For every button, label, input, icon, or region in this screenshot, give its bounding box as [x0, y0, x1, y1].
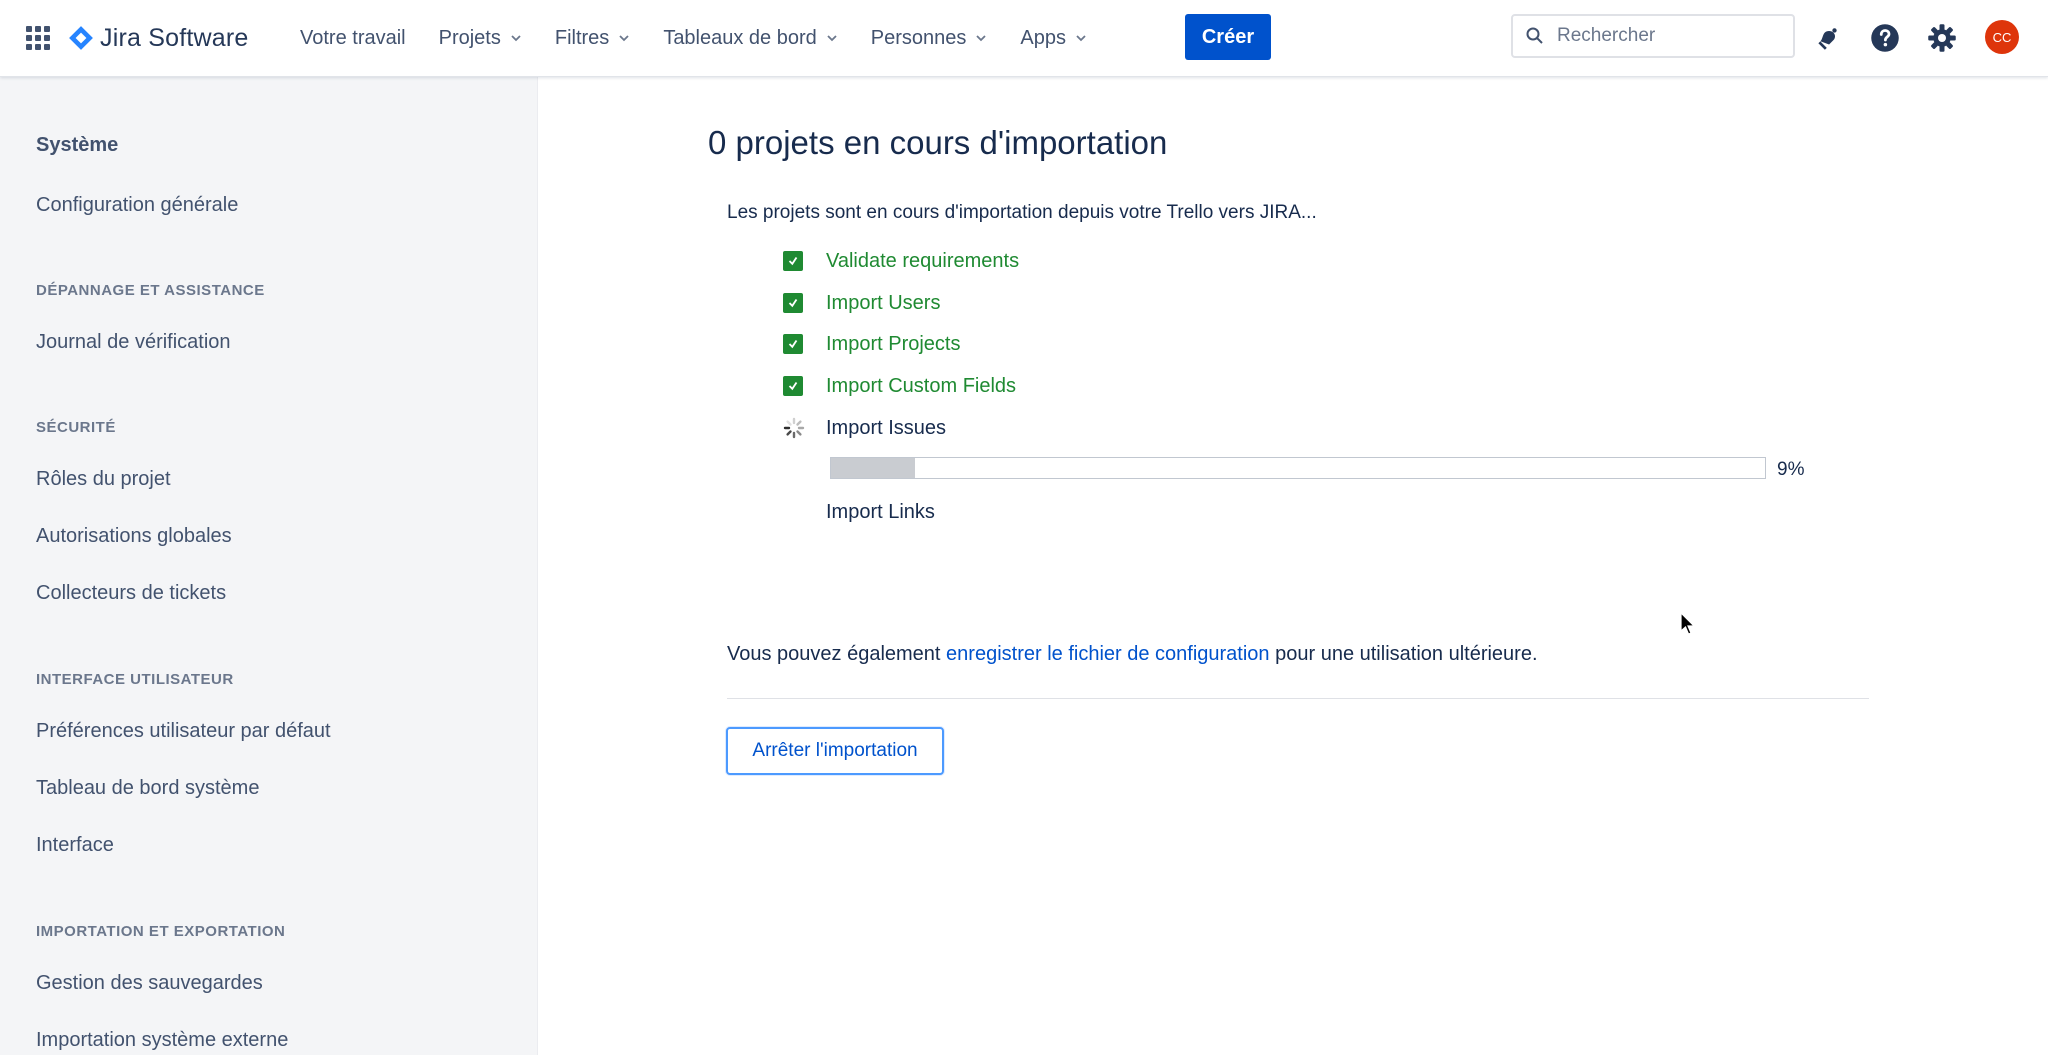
- checkbox-checked-icon: [783, 251, 803, 271]
- step-label: Import Users: [826, 291, 941, 314]
- sidebar-item-interface[interactable]: Interface: [36, 834, 114, 857]
- divider: [727, 698, 1869, 699]
- chevron-down-icon: [827, 35, 837, 42]
- page-title: 0 projets en cours d'importation: [708, 124, 1168, 161]
- sidebar-item-issue-collectors[interactable]: Collecteurs de tickets: [36, 582, 226, 605]
- import-step: Validate requirements: [783, 248, 1019, 274]
- search-box[interactable]: [1511, 14, 1795, 58]
- import-step: Import Custom Fields: [783, 373, 1016, 399]
- step-label: Import Custom Fields: [826, 374, 1017, 397]
- mouse-cursor-icon: [1680, 612, 1696, 635]
- step-label: Import Links: [826, 500, 935, 523]
- sidebar-item-default-user-preferences[interactable]: Préférences utilisateur par défaut: [36, 720, 331, 743]
- sidebar-item-backup-manager[interactable]: Gestion des sauvegardes: [36, 972, 263, 995]
- sidebar-section-import-export: IMPORTATION ET EXPORTATION: [36, 923, 286, 940]
- checkbox-checked-icon: [783, 293, 803, 313]
- nav-dashboards[interactable]: Tableaux de bord: [663, 27, 837, 50]
- sidebar-section-user-interface: INTERFACE UTILISATEUR: [36, 671, 234, 688]
- stop-import-button[interactable]: Arrêter l'importation: [726, 727, 944, 775]
- main-nav: Votre travail Projets Filtres Tableaux d…: [300, 0, 1120, 76]
- sidebar-item-external-system-import[interactable]: Importation système externe: [36, 1029, 288, 1052]
- nav-label: Tableaux de bord: [663, 26, 817, 49]
- checkbox-checked-icon: [783, 376, 803, 396]
- sidebar-section-troubleshooting: DÉPANNAGE ET ASSISTANCE: [36, 282, 265, 299]
- help-icon[interactable]: [1869, 22, 1901, 54]
- sidebar-item-project-roles[interactable]: Rôles du projet: [36, 468, 171, 491]
- settings-gear-icon[interactable]: [1926, 22, 1958, 54]
- nav-people[interactable]: Personnes: [871, 27, 988, 50]
- save-configuration-link[interactable]: enregistrer le fichier de configuration: [946, 643, 1270, 665]
- sidebar-item-global-permissions[interactable]: Autorisations globales: [36, 525, 232, 548]
- import-step: Import Users: [783, 290, 940, 316]
- save-configuration-note: Vous pouvez également enregistrer le fic…: [727, 643, 1538, 666]
- product-name: Jira Software: [100, 23, 249, 52]
- sidebar-item-audit-log[interactable]: Journal de vérification: [36, 331, 231, 354]
- import-step: Import Projects: [783, 331, 960, 357]
- import-progress-bar: [830, 457, 1766, 479]
- nav-projects[interactable]: Projets: [439, 27, 522, 50]
- note-text-after: pour une utilisation ultérieure.: [1269, 643, 1538, 665]
- create-button[interactable]: Créer: [1185, 14, 1271, 60]
- import-step: Import Issues: [783, 415, 946, 441]
- progress-bar-fill: [831, 458, 916, 478]
- app-switcher-icon[interactable]: [26, 26, 50, 50]
- nav-filters[interactable]: Filtres: [555, 27, 630, 50]
- import-intro-text: Les projets sont en cours d'importation …: [727, 202, 1317, 223]
- sidebar-item-general-configuration[interactable]: Configuration générale: [36, 194, 238, 217]
- admin-sidebar: Système Configuration générale DÉPANNAGE…: [0, 77, 538, 1055]
- nav-label: Apps: [1020, 26, 1066, 49]
- chevron-down-icon: [511, 35, 521, 42]
- chevron-down-icon: [1076, 35, 1086, 42]
- jira-logo[interactable]: Jira Software: [68, 22, 249, 54]
- nav-label: Filtres: [554, 26, 610, 49]
- checkbox-checked-icon: [783, 334, 803, 354]
- sidebar-item-system-dashboard[interactable]: Tableau de bord système: [36, 777, 259, 800]
- search-icon: [1526, 27, 1543, 44]
- top-navigation-bar: Jira Software Votre travail Projets Filt…: [0, 0, 2048, 77]
- nav-your-work[interactable]: Votre travail: [300, 27, 406, 50]
- search-input[interactable]: [1555, 24, 1789, 48]
- step-label: Import Projects: [826, 332, 961, 355]
- chevron-down-icon: [976, 35, 987, 42]
- sidebar-section-security: SÉCURITÉ: [36, 419, 116, 436]
- nav-label: Projets: [438, 26, 501, 49]
- step-label: Validate requirements: [826, 249, 1020, 272]
- notifications-icon[interactable]: [1812, 22, 1844, 54]
- loading-spinner-icon: [783, 417, 805, 439]
- jira-diamond-icon: [69, 26, 93, 50]
- chevron-down-icon: [619, 35, 629, 42]
- nav-label: Personnes: [870, 26, 967, 49]
- note-text-before: Vous pouvez également: [727, 643, 947, 665]
- nav-label: Votre travail: [300, 26, 406, 49]
- nav-apps[interactable]: Apps: [1020, 27, 1087, 50]
- step-label: Import Issues: [826, 416, 947, 439]
- avatar[interactable]: CC: [1985, 20, 2019, 54]
- progress-percentage: 9%: [1777, 459, 1805, 480]
- sidebar-heading-system[interactable]: Système: [36, 134, 118, 157]
